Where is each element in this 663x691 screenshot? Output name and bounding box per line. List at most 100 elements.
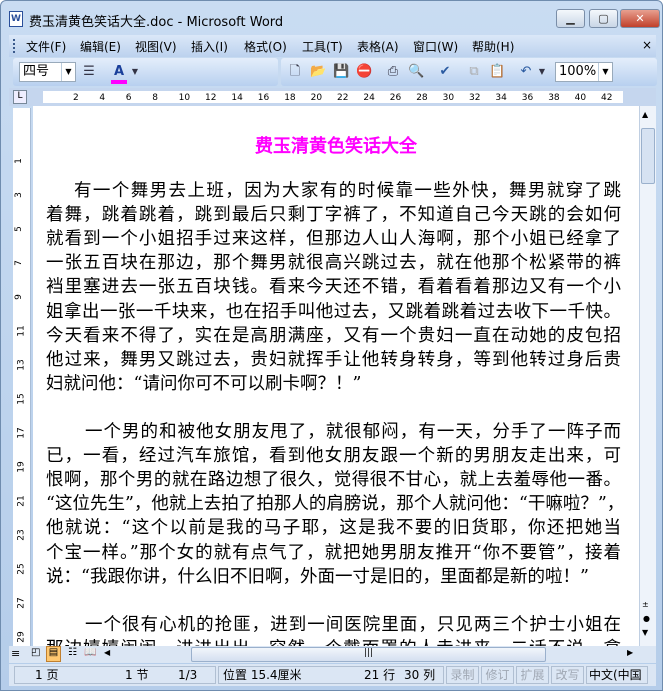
ruler-tick-label: 10 [178, 93, 191, 103]
permission-icon[interactable]: ⛔ [356, 64, 372, 80]
paste-icon[interactable]: 📋 [489, 64, 505, 80]
print-layout-icon[interactable]: ▤ [46, 646, 61, 662]
paragraph-line: 一个男的和被他女朋友甩了，就很郁闷，有一天，分手了一阵子而 [85, 422, 621, 442]
hscroll-thumb[interactable]: ||| [191, 647, 546, 662]
open-folder-icon[interactable]: 📂 [310, 64, 326, 80]
save-icon[interactable]: 💾 [333, 64, 349, 80]
ruler-tick-label: 30 [442, 93, 455, 103]
scroll-up-arrow[interactable]: ▲ [642, 110, 648, 119]
paragraph-line: 今天看来不得了，实在是高朋满座，又有一个贵妇一直在动她的皮包招 [46, 325, 621, 346]
chevron-down-icon: ▼ [61, 63, 75, 81]
ruler-tick-label: 32 [469, 93, 481, 103]
vruler-tick-label: 13 [16, 359, 27, 371]
vruler-tick-label: 5 [13, 226, 24, 232]
paragraph-line: 他过来，舞男又跳过去，贵妇就挥手让他转身转身，等到他转过身后贵 [46, 349, 621, 370]
menu-help[interactable]: 帮助(H) [472, 38, 514, 55]
vruler-tick-label: 7 [13, 260, 24, 266]
status-language[interactable]: 中文(中国 [586, 666, 648, 684]
paragraph-line: 姐拿出一张一千块来，也在招手叫他过去，又跳着跳着过去收下一千快。 [46, 301, 621, 322]
font-color-icon[interactable]: A [111, 64, 127, 84]
vertical-scrollbar[interactable]: ▲ ± ● ▼ [639, 106, 656, 646]
view-and-hscroll-bar: ≡ ◰ ▤ ☷ 📖 ◀ ||| ▶ [9, 646, 656, 663]
title-bar: W 费玉清黄色笑话大全.doc - Microsoft Word ▁ ▢ ✕ [1, 1, 662, 35]
ruler-tick-label: 16 [257, 93, 270, 103]
paragraph-line: 个宝一样。”那个女的就有点气了，就把她男朋友推开“你不要管”，接着 [46, 542, 621, 563]
menu-view[interactable]: 视图(V) [135, 38, 177, 55]
menu-insert[interactable]: 插入(I) [191, 38, 228, 55]
ruler-tick-label: 12 [205, 93, 217, 103]
ruler-tick-label: 42 [601, 93, 613, 103]
reading-layout-icon[interactable]: 📖 [84, 647, 96, 658]
chevron-down-icon: ▼ [598, 63, 612, 81]
chevron-down-icon[interactable]: ▼ [534, 64, 550, 80]
ruler-tick-label: 40 [574, 93, 587, 103]
menu-tools[interactable]: 工具(T) [302, 38, 343, 55]
scroll-thumb[interactable] [641, 128, 655, 184]
vertical-ruler[interactable]: 135791113151719212325272931 [13, 108, 31, 677]
menu-table[interactable]: 表格(A) [357, 38, 399, 55]
new-document-icon[interactable]: 🗋 [287, 64, 303, 80]
grip-handle[interactable] [13, 39, 15, 53]
status-page-info: 1 页 1 节 1/3 [14, 666, 216, 684]
document-page[interactable]: 费玉清黄色笑话大全 有一个舞男去上班，因为大家有的时候靠一些外快，舞男就穿了跳着… [33, 106, 639, 646]
paragraph-line: 说：“我跟你讲，什么旧不旧啊，外面一寸是旧的，里面都是新的啦！” [46, 566, 589, 587]
outline-view-icon[interactable]: ☷ [68, 647, 77, 658]
web-layout-icon[interactable]: ◰ [31, 647, 40, 658]
vruler-tick-label: 15 [16, 393, 27, 405]
vruler-tick-label: 21 [16, 495, 27, 507]
print-preview-icon[interactable]: 🔍 [408, 64, 424, 80]
close-button[interactable]: ✕ [620, 9, 660, 28]
zoom-select[interactable]: 100% ▼ [555, 62, 613, 82]
normal-view-icon[interactable]: ≡ [11, 647, 20, 660]
tab-stop-selector[interactable]: L [13, 90, 27, 104]
chevron-down-icon[interactable]: ▼ [127, 64, 143, 80]
paragraph-line: 妇就问他：“请问你可不可以刷卡啊？！” [46, 373, 362, 394]
vruler-tick-label: 25 [16, 563, 27, 575]
copy-icon[interactable]: ⧉ [466, 64, 482, 80]
ruler-tick-label: 14 [231, 93, 243, 103]
vruler-tick-label: 27 [16, 597, 27, 609]
vruler-tick-label: 19 [16, 461, 27, 473]
ruler-tick-label: 26 [389, 93, 402, 103]
scroll-left-arrow[interactable]: ◀ [104, 648, 110, 657]
ruler-tick-label: 8 [152, 93, 158, 103]
status-line: 21 行 [364, 668, 396, 682]
vruler-tick-label: 23 [16, 529, 27, 541]
previous-page-icon[interactable]: ± [642, 600, 649, 609]
menu-window[interactable]: 窗口(W) [413, 38, 458, 55]
next-page-icon[interactable]: ▼ [642, 628, 648, 637]
select-browse-object-icon[interactable]: ● [643, 614, 650, 623]
ruler-tick-label: 18 [284, 93, 296, 103]
align-center-icon[interactable]: ☰ [81, 64, 97, 80]
ruler-tick-label: 24 [363, 93, 375, 103]
print-icon[interactable]: ⎙ [385, 64, 401, 80]
horizontal-ruler[interactable]: L 2 4 6 8 10 12 14 16 18 20 22 24 26 28 30 32 34 36 38 40 42 [9, 88, 656, 106]
ruler-tick-label: 28 [416, 93, 428, 103]
spelling-check-icon[interactable]: ✔ [437, 64, 453, 80]
maximize-button[interactable]: ▢ [589, 9, 618, 28]
ruler-tick-label: 2 [73, 93, 79, 103]
paragraph-line: 裆里塞进去一张五百块钱。看来今天还不错，看着看着那边又有一个小 [46, 277, 621, 298]
ruler-tick-label: 22 [337, 93, 349, 103]
scroll-right-arrow[interactable]: ▶ [627, 648, 633, 657]
zoom-value: 100% [559, 64, 597, 79]
font-size-select[interactable]: 四号 ▼ [19, 62, 76, 82]
paragraph-line: “这位先生”，他就上去拍了拍那人的肩膀说，那个人就问他：“干嘛啦？”， [46, 494, 625, 515]
status-record[interactable]: 录制 [446, 666, 479, 684]
undo-icon[interactable]: ↶ [518, 64, 534, 80]
status-track-changes[interactable]: 修订 [481, 666, 514, 684]
status-bar: 1 页 1 节 1/3 位置 15.4厘米 21 行 30 列 录制 修订 扩展… [9, 664, 656, 686]
vruler-tick-label: 11 [16, 325, 27, 337]
ruler-tick-label: 20 [310, 93, 323, 103]
status-overtype[interactable]: 改写 [551, 666, 584, 684]
status-extend[interactable]: 扩展 [516, 666, 549, 684]
close-document-button[interactable]: × [642, 38, 652, 52]
ruler-tick-label: 36 [521, 93, 534, 103]
menu-bar: 文件(F) 编辑(E) 视图(V) 插入(I) 格式(O) 工具(T) 表格(A… [9, 35, 656, 57]
menu-edit[interactable]: 编辑(E) [80, 38, 121, 55]
status-page: 1 页 [35, 668, 59, 682]
menu-format[interactable]: 格式(O) [244, 38, 287, 55]
word-doc-icon: W [9, 11, 23, 27]
minimize-button[interactable]: ▁ [556, 9, 585, 28]
menu-file[interactable]: 文件(F) [26, 38, 66, 55]
